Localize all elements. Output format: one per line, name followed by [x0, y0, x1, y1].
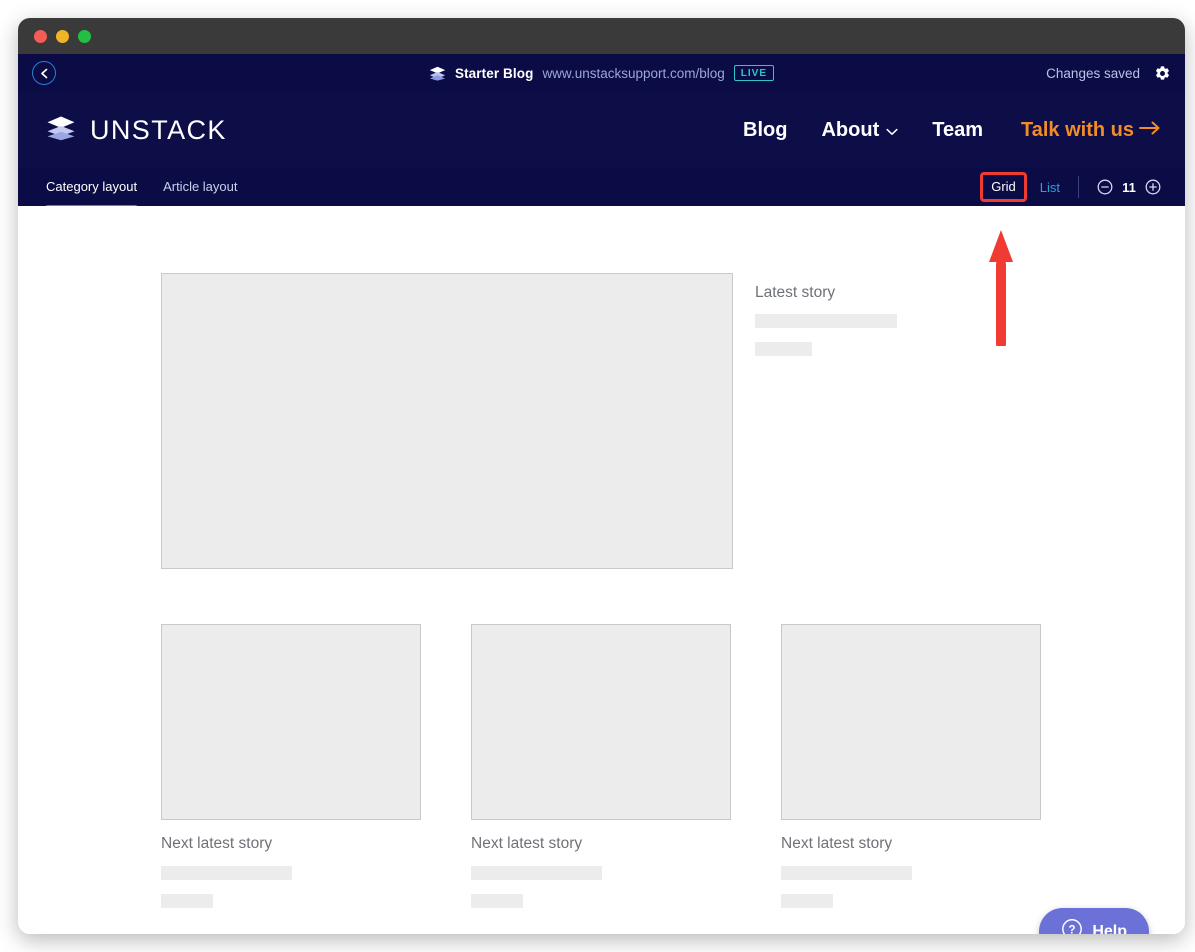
gear-icon[interactable]	[1154, 65, 1171, 82]
svg-text:?: ?	[1069, 924, 1076, 934]
page-canvas: Latest story Next latest story Next	[18, 206, 1185, 934]
nav-item-blog[interactable]: Blog	[743, 119, 787, 142]
editor-topbar: Starter Blog www.unstacksupport.com/blog…	[18, 54, 1185, 92]
app-window: Starter Blog www.unstacksupport.com/blog…	[18, 18, 1185, 934]
story-card[interactable]: Next latest story	[471, 624, 731, 908]
chevron-left-icon	[40, 68, 49, 79]
card-image-placeholder[interactable]	[161, 624, 421, 820]
layers-icon	[46, 115, 76, 146]
story-card[interactable]: Next latest story	[161, 624, 421, 908]
text-placeholder-bar	[471, 866, 602, 880]
blog-category-layout: Latest story Next latest story Next	[18, 206, 1185, 908]
text-placeholder-bar	[161, 866, 292, 880]
featured-story[interactable]: Latest story	[18, 273, 1185, 569]
minus-circle-icon[interactable]	[1097, 179, 1113, 195]
nav-item-team[interactable]: Team	[932, 119, 983, 142]
talk-with-us-cta[interactable]: Talk with us	[1021, 119, 1161, 142]
nav-item-about[interactable]: About	[821, 119, 898, 142]
chevron-down-icon	[886, 119, 898, 142]
nav-item-label: Blog	[743, 119, 787, 142]
window-titlebar	[18, 18, 1185, 54]
card-title: Next latest story	[161, 835, 421, 853]
layout-tabs: Category layout Article layout	[46, 168, 237, 206]
layers-icon	[429, 66, 446, 81]
cta-label: Talk with us	[1021, 119, 1134, 142]
tab-label: Article layout	[163, 179, 237, 194]
view-mode-toggle: Grid List	[983, 175, 1078, 199]
screen: Starter Blog www.unstacksupport.com/blog…	[0, 0, 1195, 952]
hero-story-title: Latest story	[755, 284, 1047, 302]
story-card[interactable]: Next latest story	[781, 624, 1041, 908]
view-mode-list[interactable]: List	[1040, 180, 1060, 195]
story-card-grid: Next latest story Next latest story Next…	[18, 624, 1185, 908]
question-circle-icon: ?	[1061, 918, 1083, 934]
item-count-stepper: 11	[1079, 179, 1161, 195]
plus-circle-icon[interactable]	[1145, 179, 1161, 195]
live-status-badge: LIVE	[734, 65, 774, 81]
hero-image-placeholder[interactable]	[161, 273, 733, 569]
site-identity: Starter Blog www.unstacksupport.com/blog…	[18, 65, 1185, 81]
annotation-highlight-box: Grid	[983, 175, 1024, 199]
view-mode-grid[interactable]: Grid	[991, 179, 1016, 194]
text-placeholder-bar	[755, 342, 812, 356]
site-preview-header: UNSTACK Blog About Team	[18, 92, 1185, 168]
minimize-window-button[interactable]	[56, 30, 69, 43]
text-placeholder-bar	[161, 894, 213, 908]
text-placeholder-bar	[755, 314, 897, 328]
editor-toolbar: Category layout Article layout Grid List	[18, 168, 1185, 206]
help-label: Help	[1092, 923, 1127, 935]
text-placeholder-bar	[471, 894, 523, 908]
maximize-window-button[interactable]	[78, 30, 91, 43]
card-image-placeholder[interactable]	[471, 624, 731, 820]
card-title: Next latest story	[471, 835, 731, 853]
tab-article-layout[interactable]: Article layout	[163, 167, 237, 206]
hero-meta: Latest story	[733, 273, 1047, 356]
card-image-placeholder[interactable]	[781, 624, 1041, 820]
nav-item-label: About	[821, 119, 879, 142]
brand-logo[interactable]: UNSTACK	[46, 115, 227, 146]
tab-label: Category layout	[46, 179, 137, 194]
back-button[interactable]	[32, 61, 56, 85]
save-status-text: Changes saved	[1046, 66, 1140, 81]
toolbar-right-group: Grid List 11	[983, 175, 1161, 199]
nav-item-label: Team	[932, 119, 983, 142]
card-title: Next latest story	[781, 835, 1041, 853]
text-placeholder-bar	[781, 866, 912, 880]
help-button[interactable]: ? Help	[1039, 908, 1149, 934]
site-name: Starter Blog	[455, 66, 533, 81]
site-nav: Blog About Team Talk with us	[743, 119, 1161, 142]
brand-name: UNSTACK	[90, 115, 227, 146]
close-window-button[interactable]	[34, 30, 47, 43]
arrow-right-icon	[1139, 119, 1161, 142]
topbar-right-group: Changes saved	[1046, 65, 1171, 82]
site-url[interactable]: www.unstacksupport.com/blog	[542, 66, 724, 81]
item-count-value: 11	[1122, 180, 1136, 195]
text-placeholder-bar	[781, 894, 833, 908]
tab-category-layout[interactable]: Category layout	[46, 167, 137, 206]
